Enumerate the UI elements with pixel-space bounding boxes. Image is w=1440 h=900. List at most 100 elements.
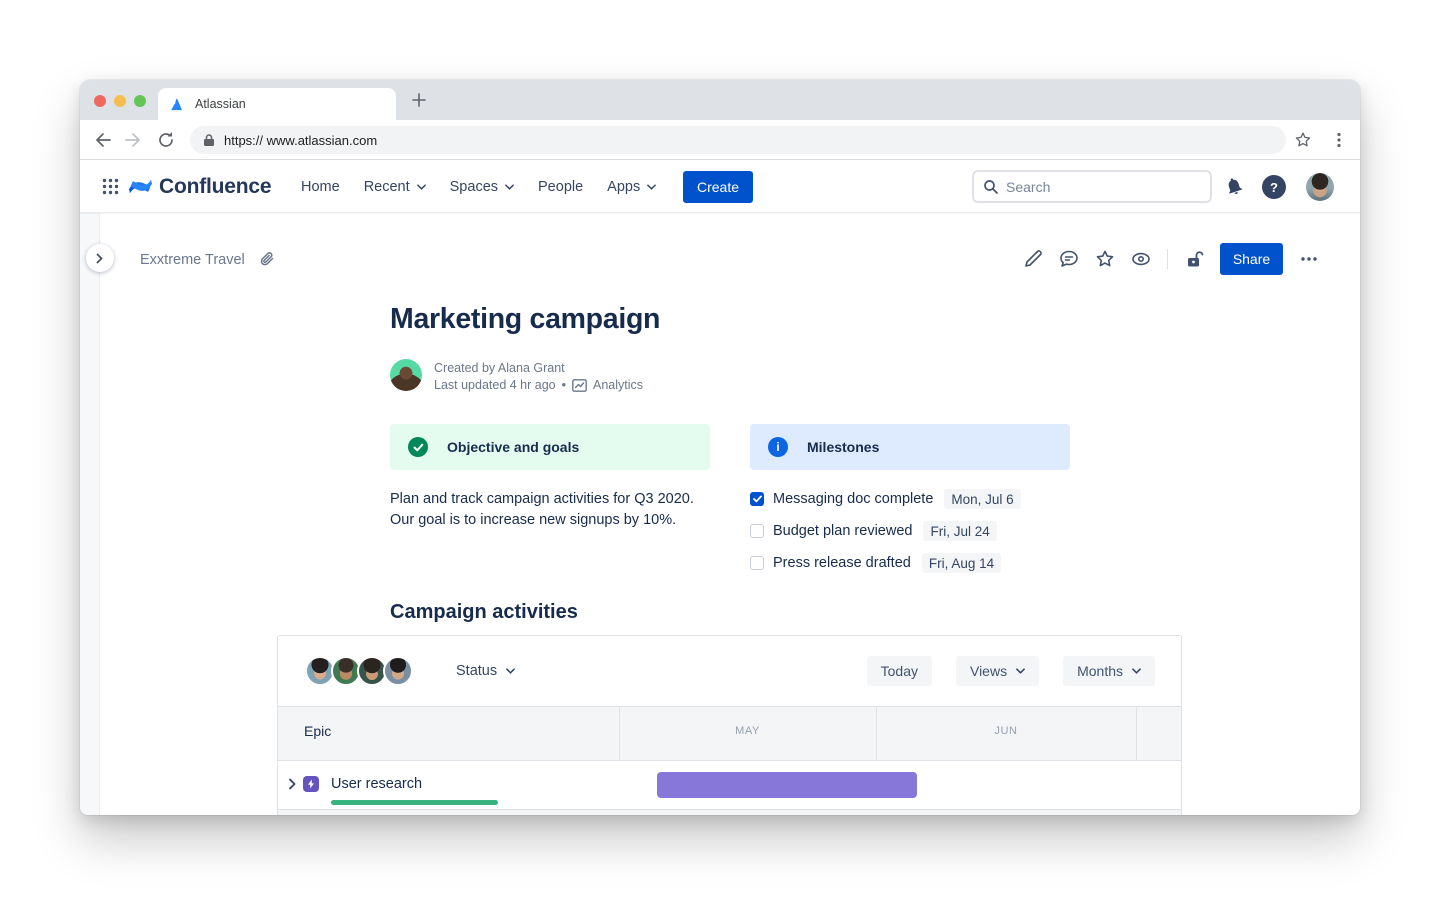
app-header: Confluence Home Recent Spaces People App…: [80, 160, 1360, 213]
gantt-toolbar: Status Today Views Months: [278, 636, 1181, 706]
info-icon: i: [768, 437, 788, 457]
milestone-label: Budget plan reviewed: [773, 523, 912, 539]
epic-progress-bar: [331, 800, 498, 805]
browser-url-bar: https:// www.atlassian.com: [80, 120, 1360, 160]
paperclip-icon[interactable]: [259, 251, 275, 268]
author-avatar[interactable]: [390, 359, 422, 391]
url-text: https:// www.atlassian.com: [224, 133, 377, 148]
address-bar[interactable]: https:// www.atlassian.com: [190, 126, 1286, 154]
comment-icon[interactable]: [1059, 249, 1079, 269]
expand-sidebar-button[interactable]: [86, 244, 114, 272]
divider: [1167, 249, 1168, 269]
last-updated-text: Last updated 4 hr ago: [434, 377, 556, 394]
month-column-header: JUN: [876, 725, 1136, 737]
breadcrumb-space-link[interactable]: Exxtreme Travel: [140, 252, 245, 268]
next-row-partial: [278, 809, 1181, 815]
nav-apps[interactable]: Apps: [607, 179, 656, 195]
browser-tab-strip: Atlassian: [80, 80, 1360, 120]
objective-panel: Objective and goals: [390, 424, 710, 470]
status-dropdown[interactable]: Status: [456, 636, 515, 706]
objective-body: Plan and track campaign activities for Q…: [390, 489, 730, 531]
activities-heading: Campaign activities: [390, 601, 578, 624]
milestone-date: Mon, Jul 6: [944, 489, 1020, 509]
browser-tab[interactable]: Atlassian: [158, 88, 396, 120]
bookmark-star-button[interactable]: [1294, 131, 1312, 149]
chevron-down-icon: [505, 184, 514, 190]
tab-title: Atlassian: [195, 97, 246, 111]
search-input[interactable]: [1006, 179, 1201, 195]
milestone-item: Messaging doc complete Mon, Jul 6: [750, 483, 1021, 515]
user-avatar[interactable]: [1306, 173, 1334, 201]
milestone-date: Fri, Jul 24: [923, 521, 996, 541]
nav-recent[interactable]: Recent: [364, 179, 426, 195]
notifications-bell-icon[interactable]: [1224, 176, 1244, 196]
main-nav: Home Recent Spaces People Apps: [301, 160, 656, 213]
created-by-text: Created by Alana Grant: [434, 360, 643, 377]
months-dropdown[interactable]: Months: [1063, 656, 1155, 686]
page-title: Marketing campaign: [390, 303, 660, 336]
epic-label[interactable]: User research: [331, 776, 422, 792]
browser-menu-button[interactable]: [1330, 131, 1348, 149]
analytics-link[interactable]: Analytics: [593, 377, 643, 394]
unlocked-padlock-icon[interactable]: [1184, 249, 1204, 269]
objective-line: Plan and track campaign activities for Q…: [390, 489, 730, 510]
avatar[interactable]: [383, 656, 413, 686]
edit-pencil-icon[interactable]: [1023, 249, 1043, 269]
share-button[interactable]: Share: [1220, 243, 1283, 275]
app-switcher-icon[interactable]: [102, 178, 119, 195]
analytics-chart-icon: [572, 379, 587, 392]
minimize-window-button[interactable]: [114, 95, 126, 107]
milestones-list: Messaging doc complete Mon, Jul 6 Budget…: [750, 483, 1021, 579]
milestone-item: Budget plan reviewed Fri, Jul 24: [750, 515, 1021, 547]
breadcrumb: Exxtreme Travel: [140, 251, 275, 268]
epic-lightning-icon: [303, 776, 319, 792]
nav-people[interactable]: People: [538, 179, 583, 195]
confluence-logo-icon: [128, 174, 153, 199]
new-tab-button[interactable]: [410, 91, 428, 109]
milestone-date: Fri, Aug 14: [922, 553, 1001, 573]
product-name: Confluence: [159, 175, 271, 199]
byline-separator: •: [562, 377, 566, 394]
help-button[interactable]: ?: [1262, 175, 1286, 199]
team-avatars[interactable]: [305, 656, 413, 686]
chevron-down-icon: [1132, 668, 1141, 674]
milestone-checkbox[interactable]: [750, 556, 764, 570]
page-actions: Share: [1023, 243, 1319, 275]
search-box[interactable]: [972, 170, 1212, 203]
gantt-bar-user-research[interactable]: [657, 772, 917, 798]
zoom-window-button[interactable]: [134, 95, 146, 107]
milestone-checkbox[interactable]: [750, 524, 764, 538]
views-dropdown[interactable]: Views: [956, 656, 1039, 686]
watch-eye-icon[interactable]: [1131, 249, 1151, 269]
byline: Created by Alana Grant Last updated 4 hr…: [434, 360, 643, 394]
milestones-panel: i Milestones: [750, 424, 1070, 470]
close-window-button[interactable]: [94, 95, 106, 107]
epic-column-header: Epic: [304, 723, 331, 739]
collapsed-sidebar-rail: [80, 213, 100, 815]
nav-home[interactable]: Home: [301, 179, 340, 195]
more-actions-icon[interactable]: [1299, 249, 1319, 269]
expand-row-chevron-icon[interactable]: [288, 778, 297, 790]
page-content: Exxtreme Travel: [80, 213, 1360, 815]
chevron-down-icon: [647, 184, 656, 190]
search-icon: [983, 179, 999, 195]
milestone-checkbox[interactable]: [750, 492, 764, 506]
milestones-panel-title: Milestones: [807, 439, 879, 455]
nav-spaces[interactable]: Spaces: [450, 179, 514, 195]
chevron-down-icon: [506, 668, 515, 674]
objective-line: Our goal is to increase new signups by 1…: [390, 510, 730, 531]
create-button[interactable]: Create: [683, 171, 753, 203]
today-button[interactable]: Today: [867, 656, 932, 686]
lock-icon: [203, 133, 215, 147]
forward-button[interactable]: [125, 131, 143, 149]
month-column-header: MAY: [619, 725, 876, 737]
favorite-star-icon[interactable]: [1095, 249, 1115, 269]
back-button[interactable]: [93, 131, 111, 149]
browser-window: Atlassian https:// www.atlassian.com: [80, 80, 1360, 815]
objective-panel-title: Objective and goals: [447, 439, 579, 455]
gantt-card: Status Today Views Months Epic MAY JUN: [277, 635, 1182, 815]
milestone-label: Messaging doc complete: [773, 491, 933, 507]
milestone-label: Press release drafted: [773, 555, 911, 571]
reload-button[interactable]: [157, 131, 175, 149]
success-check-icon: [408, 437, 428, 457]
